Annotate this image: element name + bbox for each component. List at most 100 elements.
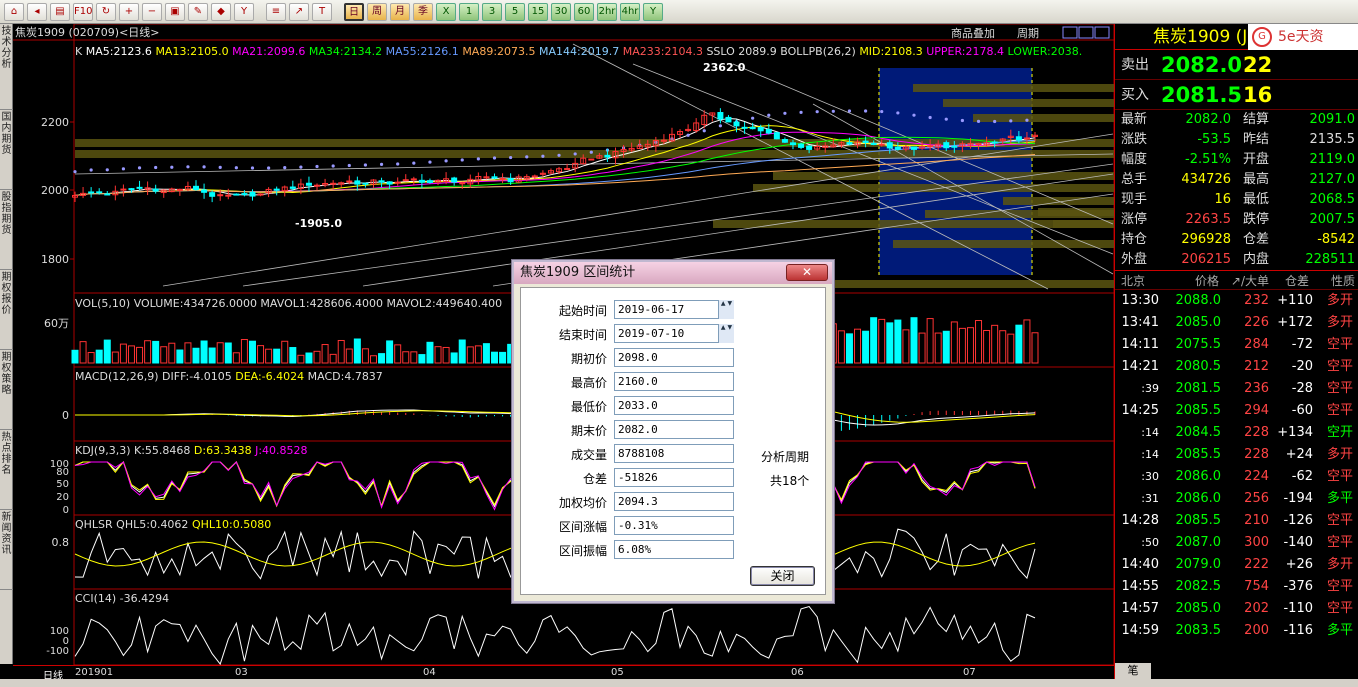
period-button[interactable]: 3	[482, 2, 502, 21]
x-tick: 03	[235, 667, 248, 678]
period-button[interactable]: 日	[344, 2, 364, 21]
high-label: 2362.0	[703, 61, 746, 74]
arrow-left-icon[interactable]	[1062, 26, 1078, 39]
stat-label: 现手	[1121, 192, 1148, 207]
save-icon[interactable]: ▤	[50, 2, 70, 21]
candle	[176, 188, 183, 191]
back-icon[interactable]: ◂	[27, 2, 47, 21]
volume-bar	[79, 341, 87, 364]
tick-volume: 200	[1244, 623, 1269, 638]
stat-row: 总手 434726 最高 2127.0	[1115, 170, 1358, 190]
volume-bar	[886, 322, 894, 364]
buy-label: 买入	[1121, 87, 1149, 103]
tick-time: 14:40	[1121, 557, 1159, 572]
side-tabs: 技术分析 国内期货 股指期货 期权报价 期权策略 热点排名 新闻资讯	[0, 24, 13, 664]
sar-dot	[250, 166, 255, 170]
draw-icon[interactable]: ✎	[188, 2, 208, 21]
volume-profile-bar	[913, 84, 1114, 92]
volume-bar	[176, 349, 184, 364]
sar-dot	[702, 129, 706, 133]
volume-bar	[313, 350, 321, 364]
home-icon[interactable]: ⌂	[4, 2, 24, 21]
period-button[interactable]: 2hr	[597, 2, 617, 21]
stat-row: 持仓 296928 仓差 -8542	[1115, 230, 1358, 250]
date-input[interactable]: 2019-06-17	[614, 300, 734, 319]
list-icon[interactable]: ≡	[266, 2, 286, 21]
side-tab[interactable]: 股指期货	[0, 190, 13, 270]
spinner-icon[interactable]: ▲ ▼	[718, 324, 734, 343]
candle	[289, 186, 296, 189]
kdj-axis-label: 0	[63, 505, 69, 516]
dialog-close-icon[interactable]: ✕	[786, 264, 828, 281]
volume-bar	[434, 346, 442, 364]
period-button[interactable]: 季	[413, 2, 433, 21]
close-button[interactable]: 关闭	[750, 566, 815, 586]
tick-type: 空平	[1326, 403, 1353, 418]
volume-bar	[152, 340, 160, 364]
sar-dot	[234, 166, 238, 170]
sar-dot	[944, 117, 948, 121]
side-tab[interactable]: 热点排名	[0, 430, 13, 510]
period-button[interactable]: Y	[643, 2, 663, 21]
tick-type: 空平	[1326, 601, 1353, 616]
volume-bar	[184, 342, 192, 364]
side-tab[interactable]: 新闻资讯	[0, 510, 13, 590]
brand-logo: G 5e天资	[1248, 24, 1358, 50]
sar-dot	[218, 165, 222, 169]
paint-icon[interactable]: ◆	[211, 2, 231, 21]
tab-tick[interactable]: 笔	[1115, 663, 1151, 679]
candle	[910, 146, 917, 150]
side-tab[interactable]: 期权策略	[0, 350, 13, 430]
chart-icon[interactable]: ↗	[289, 2, 309, 21]
quote-stats: 最新 2082.0 结算 2091.0 涨跌 -53.5 昨结 2135.5 幅度 -2.51% 开…	[1115, 110, 1358, 270]
period-button[interactable]: X	[436, 2, 456, 21]
period-button[interactable]: 60	[574, 2, 594, 21]
period-button[interactable]: 周	[367, 2, 387, 21]
volume-bar	[837, 330, 845, 364]
volume-bar	[103, 339, 111, 364]
volume-bar	[289, 347, 297, 364]
stat-field: -0.31%	[614, 516, 734, 535]
candle	[1015, 136, 1022, 141]
spinner-icon[interactable]: ▲ ▼	[718, 300, 734, 319]
refresh-icon[interactable]: ↻	[96, 2, 116, 21]
filter-icon[interactable]: Y	[234, 2, 254, 21]
tick-oi-change: -116	[1283, 623, 1313, 638]
arrow-right-icon[interactable]	[1094, 26, 1110, 39]
sar-dot	[492, 156, 497, 160]
menu-overlay[interactable]: 商品叠加	[951, 26, 995, 40]
volume-bar	[870, 317, 878, 364]
candle	[773, 132, 780, 140]
zoom-out-icon[interactable]: −	[142, 2, 162, 21]
period-button[interactable]: 1	[459, 2, 479, 21]
tick-icon[interactable]: T	[312, 2, 332, 21]
f10-icon[interactable]: F10	[73, 2, 93, 21]
menu-period[interactable]: 周期	[1017, 27, 1039, 40]
volume-bar	[144, 340, 152, 364]
side-tab[interactable]: 技术分析	[0, 24, 13, 110]
tick-time: 14:55	[1121, 579, 1159, 594]
arrow-up-icon[interactable]	[1078, 26, 1094, 39]
stat-label: 总手	[1121, 172, 1148, 187]
candle	[209, 192, 216, 197]
period-button[interactable]: 4hr	[620, 2, 640, 21]
side-tab[interactable]: 国内期货	[0, 110, 13, 190]
x-axis: 日线 201901 03 04 05 06 07	[13, 665, 1114, 682]
tick-price: 2085.5	[1175, 513, 1222, 528]
tick-oi-change: +26	[1285, 557, 1313, 572]
sell-row: 卖出 2082.0 22	[1115, 50, 1358, 80]
date-input[interactable]: 2019-07-10	[614, 324, 734, 343]
period-button[interactable]: 15	[528, 2, 548, 21]
window-icon[interactable]: ▣	[165, 2, 185, 21]
side-tab[interactable]: 期权报价	[0, 270, 13, 350]
volume-bar	[353, 338, 361, 364]
tick-time: :14	[1141, 426, 1159, 439]
period-button[interactable]: 5	[505, 2, 525, 21]
field-label: 最低价	[570, 400, 607, 414]
dialog-titlebar: 焦炭1909 区间统计 ✕	[514, 262, 832, 284]
zoom-in-icon[interactable]: +	[119, 2, 139, 21]
quote-panel: 焦炭1909 (J1909) G 5e天资 卖出 2082.0 22 买入 208…	[1114, 24, 1358, 679]
period-button[interactable]: 月	[390, 2, 410, 21]
period-button[interactable]: 30	[551, 2, 571, 21]
volume-bar	[208, 347, 216, 364]
